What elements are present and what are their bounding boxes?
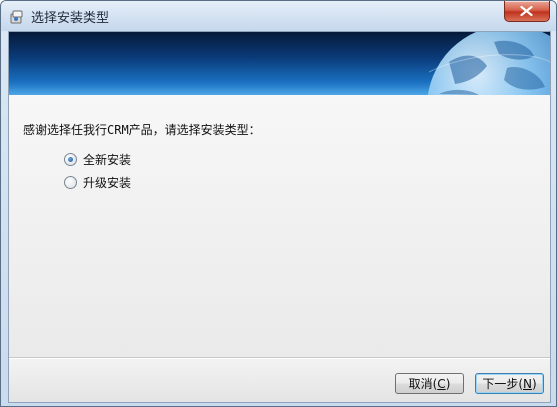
- installer-app-icon: [10, 9, 24, 24]
- window-title: 选择安装类型: [31, 11, 110, 26]
- installer-window: 选择安装类型 感谢选择任我行CRM产品，请选择安装类型： 全新安装 升级安装 取…: [0, 0, 557, 407]
- header-banner: [9, 32, 550, 95]
- radio-selected-icon[interactable]: [64, 152, 77, 166]
- globe-graphic: [427, 32, 550, 95]
- cancel-button[interactable]: 取消(C): [395, 373, 464, 394]
- close-button[interactable]: [504, 1, 550, 22]
- option-upgrade-install[interactable]: 升级安装: [64, 173, 131, 191]
- radio-unselected-icon[interactable]: [64, 175, 77, 189]
- cancel-button-suffix: ): [445, 376, 451, 391]
- install-type-prompt: 感谢选择任我行CRM产品，请选择安装类型：: [23, 123, 261, 137]
- cancel-button-label: 取消(: [408, 377, 438, 391]
- cancel-accelerator: C: [437, 376, 446, 391]
- dialog-client-area: 感谢选择任我行CRM产品，请选择安装类型： 全新安装 升级安装 取消(C) 下一…: [8, 31, 551, 403]
- title-bar[interactable]: 选择安装类型: [1, 1, 556, 31]
- next-accelerator: N: [523, 376, 532, 391]
- next-button[interactable]: 下一步(N): [475, 373, 544, 394]
- option-label: 升级安装: [83, 175, 132, 190]
- content-panel: 感谢选择任我行CRM产品，请选择安装类型： 全新安装 升级安装: [9, 95, 550, 357]
- next-button-label: 下一步(: [482, 377, 523, 391]
- next-button-suffix: ): [531, 376, 537, 391]
- button-bar: 取消(C) 下一步(N): [9, 359, 550, 402]
- option-full-install[interactable]: 全新安装: [64, 150, 131, 168]
- option-label: 全新安装: [83, 152, 132, 167]
